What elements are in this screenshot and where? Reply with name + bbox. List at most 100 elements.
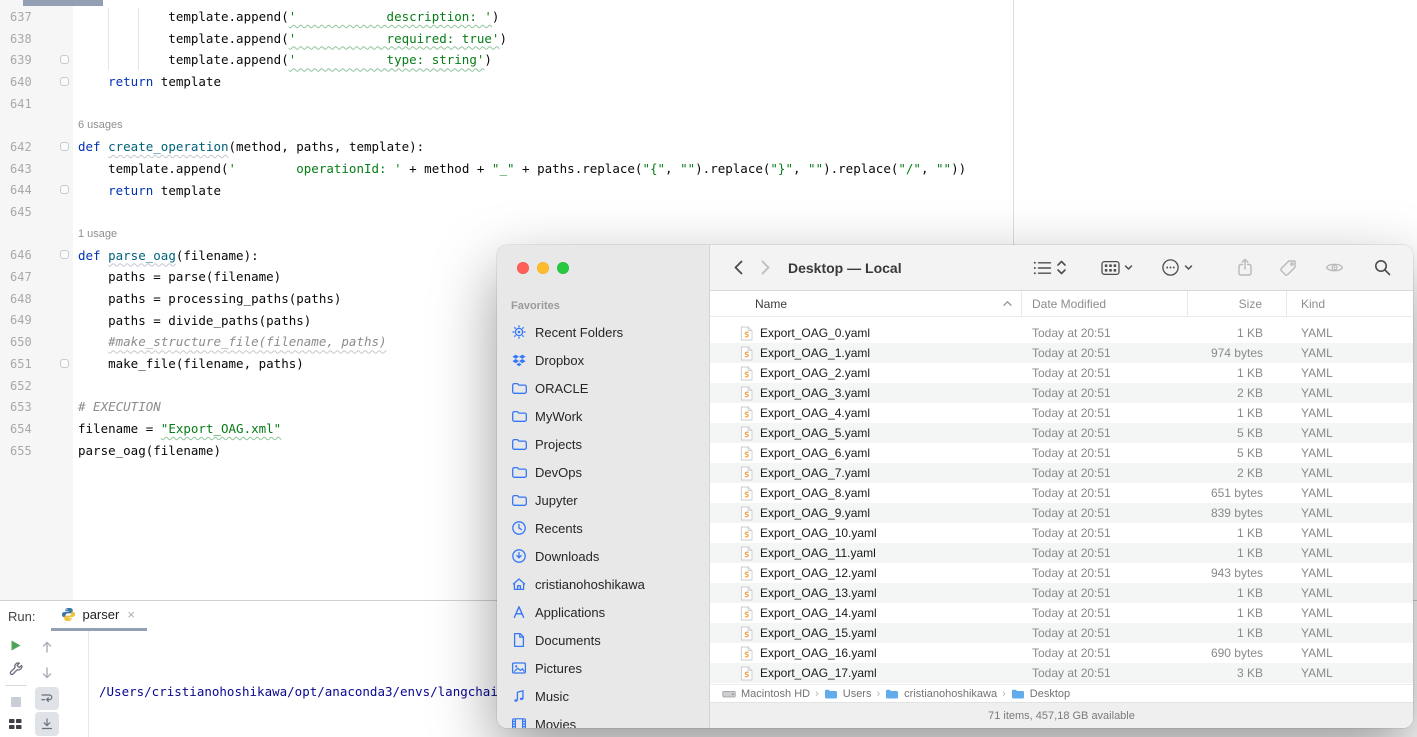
window-title: Desktop — Local (788, 260, 902, 276)
gridpartial-button[interactable] (4, 715, 28, 736)
close-tab-icon[interactable]: × (127, 607, 135, 622)
sidebar-item-recent-folders[interactable]: Recent Folders (497, 318, 709, 346)
fold-marker-icon[interactable] (60, 142, 69, 151)
sidebar-item-music[interactable]: Music (497, 682, 709, 710)
file-kind: YAML (1287, 546, 1413, 560)
stop-button[interactable] (4, 692, 28, 713)
quick-look-button[interactable] (1325, 261, 1344, 274)
code-line[interactable]: 640 return template (0, 71, 1014, 93)
zoom-window-button[interactable] (557, 262, 569, 274)
file-row[interactable]: Export_OAG_11.yamlToday at 20:511 KBYAML (710, 543, 1413, 563)
usages-hint[interactable]: 6 usages (0, 114, 1014, 136)
file-row[interactable]: Export_OAG_9.yamlToday at 20:51839 bytes… (710, 503, 1413, 523)
fold-marker-icon[interactable] (60, 250, 69, 259)
sidebar-item-mywork[interactable]: MyWork (497, 402, 709, 430)
sidebar-item-movies[interactable]: Movies (497, 710, 709, 728)
yaml-file-icon (740, 526, 753, 541)
fold-marker-icon[interactable] (60, 55, 69, 64)
close-window-button[interactable] (517, 262, 529, 274)
usages-hint[interactable]: 1 usage (0, 223, 1014, 245)
code-line[interactable]: 645 (0, 201, 1014, 223)
file-row[interactable]: Export_OAG_0.yamlToday at 20:511 KBYAML (710, 323, 1413, 343)
file-row[interactable]: Export_OAG_14.yamlToday at 20:511 KBYAML (710, 603, 1413, 623)
file-size: 5 KB (1188, 446, 1287, 460)
code-line[interactable]: 643 template.append(' operationId: ' + m… (0, 158, 1014, 180)
file-row[interactable]: Export_OAG_2.yamlToday at 20:511 KBYAML (710, 363, 1413, 383)
next-occurrence-button[interactable] (35, 661, 59, 685)
file-row[interactable]: Export_OAG_7.yamlToday at 20:512 KBYAML (710, 463, 1413, 483)
file-row[interactable]: Export_OAG_4.yamlToday at 20:511 KBYAML (710, 403, 1413, 423)
file-size: 1 KB (1188, 406, 1287, 420)
play-button[interactable] (4, 635, 28, 656)
status-text: 71 items, 457,18 GB available (988, 710, 1135, 722)
breadcrumb-users[interactable]: Users (824, 688, 872, 700)
soft-wrap-button[interactable] (35, 687, 59, 711)
file-row[interactable]: Export_OAG_3.yamlToday at 20:512 KBYAML (710, 383, 1413, 403)
code-text: template.append(' required: true') (73, 28, 507, 50)
code-line[interactable]: 637 template.append(' description: ') (0, 6, 1014, 28)
sidebar-item-label: Movies (535, 717, 576, 729)
sidebar-item-documents[interactable]: Documents (497, 626, 709, 654)
fold-marker-icon[interactable] (60, 185, 69, 194)
sidebar-item-applications[interactable]: Applications (497, 598, 709, 626)
breadcrumb-cristianohoshikawa[interactable]: cristianohoshikawa (885, 688, 997, 700)
breadcrumb-macintosh-hd[interactable]: Macintosh HD (722, 688, 810, 700)
sidebar-item-projects[interactable]: Projects (497, 430, 709, 458)
code-line[interactable]: 641 (0, 93, 1014, 115)
file-row[interactable]: Export_OAG_13.yamlToday at 20:511 KBYAML (710, 583, 1413, 603)
view-as-list-button[interactable] (1033, 259, 1067, 276)
file-size: 1 KB (1188, 586, 1287, 600)
column-header-size[interactable]: Size (1188, 291, 1287, 316)
sidebar-item-label: Pictures (535, 661, 582, 676)
sidebar-item-oracle[interactable]: ORACLE (497, 374, 709, 402)
column-header-name[interactable]: Name (710, 291, 1022, 316)
file-row[interactable]: Export_OAG_12.yamlToday at 20:51943 byte… (710, 563, 1413, 583)
fold-marker-icon[interactable] (60, 359, 69, 368)
column-header-date-modified[interactable]: Date Modified (1022, 291, 1188, 316)
sidebar-item-label: Projects (535, 437, 582, 452)
back-button[interactable] (732, 259, 745, 276)
music-icon (510, 688, 528, 704)
code-line[interactable]: 644 return template (0, 180, 1014, 202)
file-kind: YAML (1287, 666, 1413, 680)
sidebar-item-downloads[interactable]: Downloads (497, 542, 709, 570)
more-options-button[interactable] (1161, 258, 1193, 277)
code-line[interactable]: 642def create_operation(method, paths, t… (0, 136, 1014, 158)
scroll-to-end-button[interactable] (35, 712, 59, 736)
file-row[interactable]: Export_OAG_16.yamlToday at 20:51690 byte… (710, 643, 1413, 663)
file-row[interactable]: Export_OAG_6.yamlToday at 20:515 KBYAML (710, 443, 1413, 463)
minimize-window-button[interactable] (537, 262, 549, 274)
wrench-button[interactable] (4, 658, 28, 679)
file-name: Export_OAG_16.yaml (760, 646, 877, 660)
sidebar-item-jupyter[interactable]: Jupyter (497, 486, 709, 514)
file-row[interactable]: Export_OAG_5.yamlToday at 20:515 KBYAML (710, 423, 1413, 443)
file-row[interactable]: Export_OAG_10.yamlToday at 20:511 KBYAML (710, 523, 1413, 543)
file-row[interactable]: Export_OAG_8.yamlToday at 20:51651 bytes… (710, 483, 1413, 503)
fold-marker-icon[interactable] (60, 77, 69, 86)
sidebar-item-devops[interactable]: DevOps (497, 458, 709, 486)
movies-icon (510, 716, 528, 728)
file-kind: YAML (1287, 606, 1413, 620)
code-line[interactable]: 638 template.append(' required: true') (0, 28, 1014, 50)
sidebar-item-recents[interactable]: Recents (497, 514, 709, 542)
file-row[interactable]: Export_OAG_1.yamlToday at 20:51974 bytes… (710, 343, 1413, 363)
share-button[interactable] (1237, 258, 1253, 277)
document-icon (510, 632, 528, 648)
code-text: paths = parse(filename) (73, 266, 281, 288)
run-tab-parser[interactable]: parser × (51, 601, 146, 631)
file-size: 2 KB (1188, 466, 1287, 480)
file-date: Today at 20:51 (1022, 426, 1188, 440)
code-line[interactable]: 639 template.append(' type: string') (0, 49, 1014, 71)
group-by-button[interactable] (1101, 260, 1133, 276)
search-button[interactable] (1374, 259, 1391, 276)
file-row[interactable]: Export_OAG_15.yamlToday at 20:511 KBYAML (710, 623, 1413, 643)
tags-button[interactable] (1279, 259, 1297, 277)
sidebar-item-cristianohoshikawa[interactable]: cristianohoshikawa (497, 570, 709, 598)
column-header-kind[interactable]: Kind (1287, 297, 1413, 311)
sidebar-item-pictures[interactable]: Pictures (497, 654, 709, 682)
forward-button[interactable] (759, 259, 772, 276)
breadcrumb-desktop[interactable]: Desktop (1011, 688, 1070, 700)
sidebar-item-dropbox[interactable]: Dropbox (497, 346, 709, 374)
prev-occurrence-button[interactable] (35, 635, 59, 659)
file-row[interactable]: Export_OAG_17.yamlToday at 20:513 KBYAML (710, 663, 1413, 683)
